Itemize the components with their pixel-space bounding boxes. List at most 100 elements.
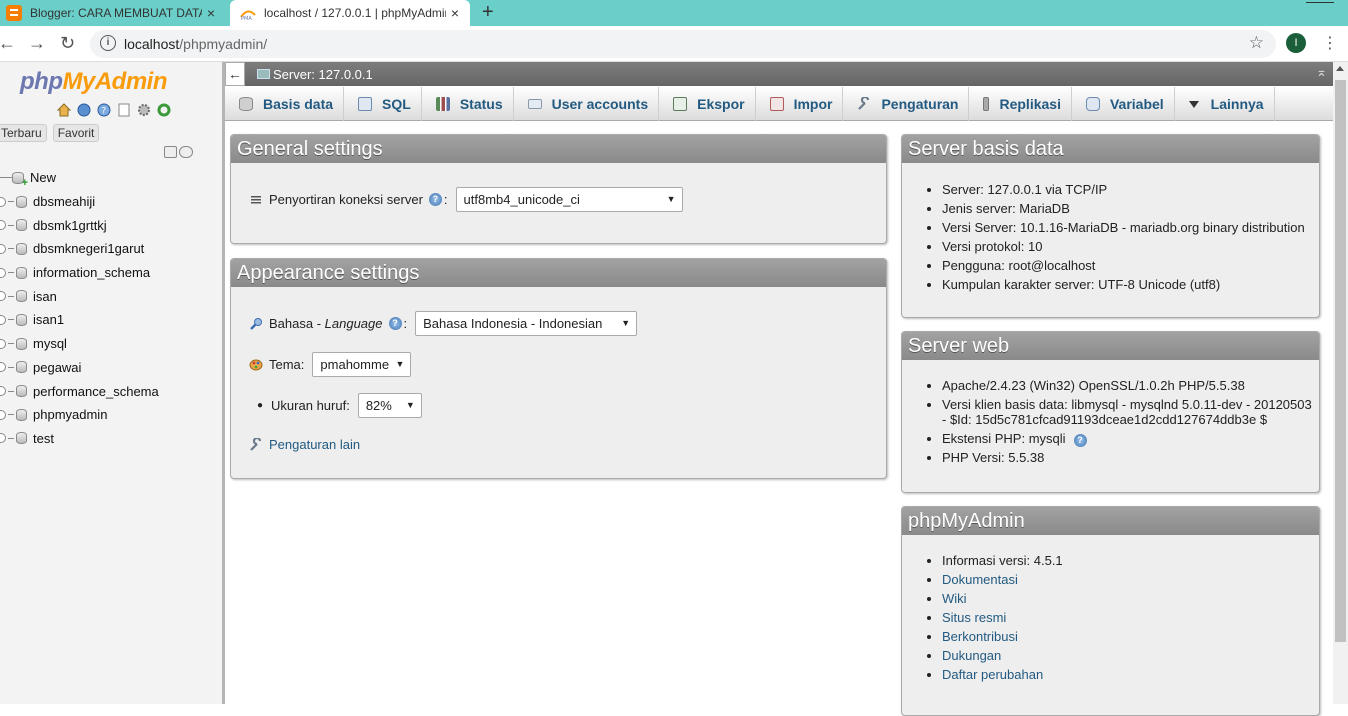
collation-select[interactable]: utf8mb4_unicode_ci ▼ [455, 187, 683, 212]
theme-row: Tema: pmahomme ▼ [249, 352, 412, 377]
collapse-top-menu-icon[interactable]: ⌅ [1316, 64, 1327, 80]
tab-variables[interactable]: Variabel [1072, 87, 1175, 121]
profile-avatar[interactable]: I [1286, 33, 1306, 53]
tree-item-db[interactable]: mysql [0, 332, 222, 356]
bookmark-star-icon[interactable]: ☆ [1249, 33, 1264, 53]
database-server-panel: Server basis data Server: 127.0.0.1 via … [901, 134, 1320, 318]
support-link[interactable]: Dukungan [942, 648, 1001, 663]
help-icon[interactable]: ? [428, 193, 442, 206]
changelog-link[interactable]: Daftar perubahan [942, 667, 1043, 682]
wiki-link[interactable]: Wiki [942, 591, 967, 606]
tree-item-db[interactable]: isan [0, 284, 222, 308]
contribute-link[interactable]: Berkontribusi [942, 629, 1018, 644]
help-icon[interactable]: ? [1073, 434, 1087, 447]
database-server-info: Server: 127.0.0.1 via TCP/IP Jenis serve… [942, 180, 1305, 294]
language-select[interactable]: Bahasa Indonesia - Indonesian ▼ [415, 311, 638, 336]
collapse-navigation-button[interactable]: ← [225, 62, 245, 86]
page-scrollbar[interactable] [1333, 62, 1348, 704]
expand-icon[interactable] [0, 314, 6, 325]
collapse-all-icon[interactable] [164, 146, 177, 158]
tree-item-db[interactable]: isan1 [0, 308, 222, 332]
tab-recent[interactable]: Terbaru [0, 124, 47, 142]
tab-title: localhost / 127.0.0.1 | phpMyAdmin [264, 6, 446, 20]
tab-favorite[interactable]: Favorit [52, 124, 100, 142]
logout-icon[interactable] [76, 102, 92, 118]
url-input[interactable]: i localhost/phpmyadmin/ ☆ [90, 30, 1276, 58]
svg-text:?: ? [102, 107, 107, 117]
expand-icon[interactable] [0, 362, 6, 373]
panel-resize-handle[interactable] [222, 62, 225, 704]
forward-button[interactable]: → [28, 33, 46, 54]
database-icon [16, 361, 27, 374]
reload-button[interactable]: ↻ [60, 33, 75, 54]
browser-tab-phpmyadmin[interactable]: PMA localhost / 127.0.0.1 | phpMyAdmin × [230, 0, 470, 26]
panel-title: phpMyAdmin [902, 507, 1319, 535]
tab-user-accounts[interactable]: User accounts [514, 87, 660, 121]
list-item: Versi klien basis data: libmysql - mysql… [942, 397, 1312, 427]
minimize-icon[interactable] [1306, 2, 1334, 5]
tab-settings[interactable]: Pengaturan [843, 87, 970, 121]
help-icon[interactable]: ? [96, 102, 112, 118]
more-settings-link[interactable]: Pengaturan lain [269, 437, 360, 452]
expand-icon[interactable] [0, 386, 6, 397]
help-icon[interactable]: ? [388, 317, 402, 330]
info-icon[interactable]: i [100, 35, 116, 51]
expand-icon[interactable] [0, 338, 6, 349]
link-with-main-icon[interactable] [179, 146, 193, 158]
browser-menu-icon[interactable]: ⋮ [1322, 33, 1338, 53]
close-icon[interactable]: × [202, 5, 220, 21]
phpmyadmin-favicon-icon: PMA [240, 10, 256, 21]
url-text: localhost/phpmyadmin/ [124, 36, 268, 52]
scroll-up-icon[interactable] [1336, 66, 1344, 71]
tab-status[interactable]: Status [422, 87, 514, 121]
tree-item-db[interactable]: pegawai [0, 356, 222, 380]
back-button[interactable]: ← [0, 33, 16, 54]
expand-icon[interactable] [0, 243, 6, 254]
wrench-icon [250, 437, 262, 451]
database-icon [16, 337, 27, 350]
tree-item-db[interactable]: test [0, 427, 222, 451]
expand-icon[interactable] [0, 433, 6, 444]
tree-item-db[interactable]: dbsmk1grttkj [0, 213, 222, 237]
scrollbar-thumb[interactable] [1335, 80, 1346, 642]
tree-item-db[interactable]: performance_schema [0, 379, 222, 403]
tab-more[interactable]: Lainnya [1175, 87, 1275, 121]
expand-icon[interactable] [0, 291, 6, 302]
tree-item-db[interactable]: phpmyadmin [0, 403, 222, 427]
expand-icon[interactable] [0, 196, 6, 207]
web-server-info: Apache/2.4.23 (Win32) OpenSSL/1.0.2h PHP… [942, 376, 1312, 467]
tree-item-db[interactable]: dbsmknegeri1garut [0, 237, 222, 261]
database-icon [16, 385, 27, 398]
expand-icon[interactable] [0, 409, 6, 420]
new-tab-button[interactable]: + [482, 0, 494, 26]
database-icon [239, 97, 253, 111]
theme-select[interactable]: pmahomme ▼ [312, 352, 412, 377]
expand-icon[interactable] [0, 220, 6, 231]
official-site-link[interactable]: Situs resmi [942, 610, 1006, 625]
database-icon [16, 408, 27, 421]
reload-navigation-icon[interactable] [156, 102, 172, 118]
tab-export[interactable]: Ekspor [659, 87, 756, 121]
tab-databases[interactable]: Basis data [225, 87, 345, 121]
tree-item-new[interactable]: New [0, 166, 222, 190]
server-breadcrumb[interactable]: Server: 127.0.0.1 [273, 67, 373, 82]
gear-icon[interactable] [136, 102, 152, 118]
tab-sql[interactable]: SQL [344, 87, 422, 121]
expand-icon[interactable] [0, 267, 6, 278]
chevron-down-icon: ▼ [621, 318, 631, 328]
browser-tab-blogger[interactable]: Blogger: CARA MEMBUAT DATA × [0, 0, 226, 26]
home-icon[interactable] [56, 102, 72, 118]
list-item: Informasi versi: 4.5.1 [942, 551, 1063, 570]
documentation-link[interactable]: Dokumentasi [942, 572, 1018, 587]
phpmyadmin-logo[interactable]: phpMyAdmin [20, 68, 167, 96]
font-size-select[interactable]: 82% ▼ [357, 393, 422, 418]
list-item: Daftar perubahan [942, 665, 1063, 684]
more-settings-row: Pengaturan lain [249, 437, 360, 452]
documentation-icon[interactable] [116, 102, 132, 118]
database-icon [16, 313, 27, 326]
tree-item-db[interactable]: information_schema [0, 261, 222, 285]
close-icon[interactable]: × [446, 5, 464, 21]
tab-replication[interactable]: Replikasi [969, 87, 1072, 121]
tree-item-db[interactable]: dbsmeahiji [0, 190, 222, 214]
tab-import[interactable]: Impor [756, 87, 844, 121]
